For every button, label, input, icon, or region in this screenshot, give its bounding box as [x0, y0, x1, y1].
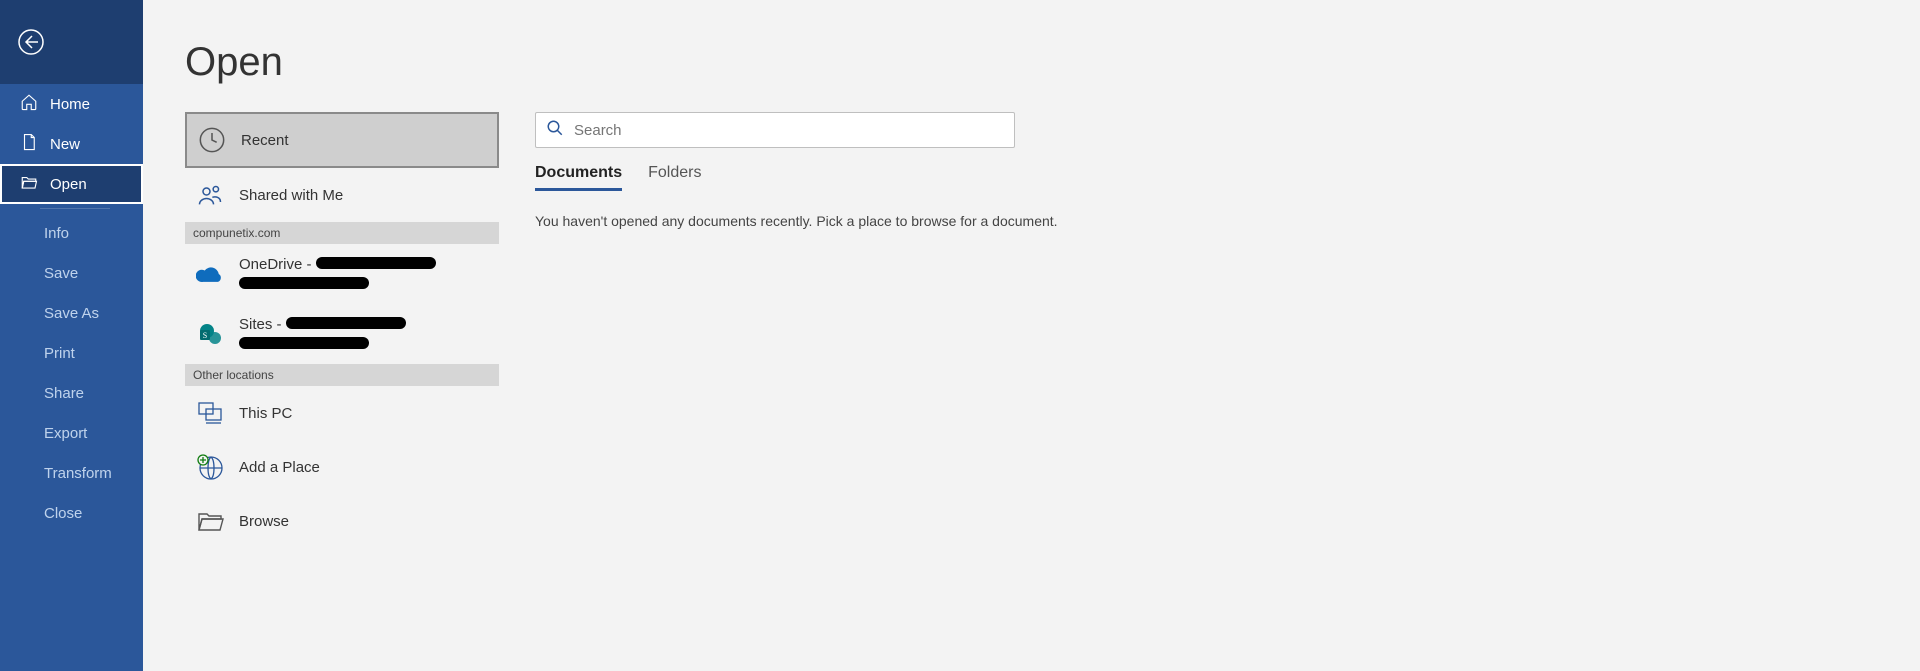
sidebar-separator [40, 208, 110, 209]
new-doc-icon [20, 133, 38, 155]
location-label: Recent [241, 132, 289, 149]
recent-empty-message: You haven't opened any documents recentl… [535, 213, 1880, 229]
location-label: Shared with Me [239, 187, 343, 204]
sidebar-item-transform[interactable]: Transform [0, 453, 143, 493]
redacted-text [239, 337, 369, 349]
open-stage: Open Recent Shared with Me compunetix.co… [143, 0, 1920, 671]
sidebar-label: Open [50, 176, 87, 193]
locations-header-org: compunetix.com [185, 222, 499, 244]
sidebar-item-share[interactable]: Share [0, 373, 143, 413]
location-this-pc[interactable]: This PC [185, 386, 499, 440]
search-input[interactable] [574, 122, 1004, 139]
sidebar-item-open[interactable]: Open [0, 164, 143, 204]
location-label: Browse [239, 513, 289, 530]
add-place-icon [195, 452, 225, 482]
this-pc-icon [195, 398, 225, 428]
tab-folders[interactable]: Folders [648, 164, 701, 191]
location-label: OneDrive - [239, 256, 436, 293]
clock-icon [197, 125, 227, 155]
recent-tabs: Documents Folders [535, 164, 1880, 191]
tab-documents[interactable]: Documents [535, 164, 622, 191]
location-label: Add a Place [239, 459, 320, 476]
sidebar-item-close[interactable]: Close [0, 493, 143, 533]
search-box[interactable] [535, 112, 1015, 148]
locations-header-other: Other locations [185, 364, 499, 386]
back-button[interactable] [0, 0, 143, 84]
redacted-text [286, 317, 406, 329]
redacted-text [239, 277, 369, 289]
location-shared-with-me[interactable]: Shared with Me [185, 168, 499, 222]
sidebar-label: New [50, 136, 80, 153]
location-label: This PC [239, 405, 292, 422]
location-sharepoint-sites[interactable]: S Sites - [185, 304, 499, 364]
sidebar-item-save[interactable]: Save [0, 253, 143, 293]
sidebar-item-home[interactable]: Home [0, 84, 143, 124]
folder-open-icon [195, 506, 225, 536]
sidebar-item-new[interactable]: New [0, 124, 143, 164]
sidebar-label: Home [50, 96, 90, 113]
sidebar-item-saveas[interactable]: Save As [0, 293, 143, 333]
recent-documents-area: Documents Folders You haven't opened any… [535, 112, 1880, 229]
location-onedrive[interactable]: OneDrive - [185, 244, 499, 304]
location-browse[interactable]: Browse [185, 494, 499, 548]
location-recent[interactable]: Recent [185, 112, 499, 168]
svg-text:S: S [203, 331, 207, 340]
sharepoint-icon: S [195, 319, 225, 349]
redacted-text [316, 257, 436, 269]
home-icon [20, 93, 38, 115]
page-title: Open [185, 40, 283, 85]
location-add-a-place[interactable]: Add a Place [185, 440, 499, 494]
backstage-sidebar: Home New Open Info Save Save As Print Sh… [0, 0, 143, 671]
search-icon [546, 119, 564, 142]
sidebar-item-info[interactable]: Info [0, 213, 143, 253]
location-label: Sites - [239, 316, 406, 353]
sidebar-item-print[interactable]: Print [0, 333, 143, 373]
sidebar-item-export[interactable]: Export [0, 413, 143, 453]
onedrive-icon [195, 259, 225, 289]
open-folder-icon [20, 173, 38, 195]
locations-panel: Recent Shared with Me compunetix.com One… [185, 112, 499, 548]
people-icon [195, 180, 225, 210]
